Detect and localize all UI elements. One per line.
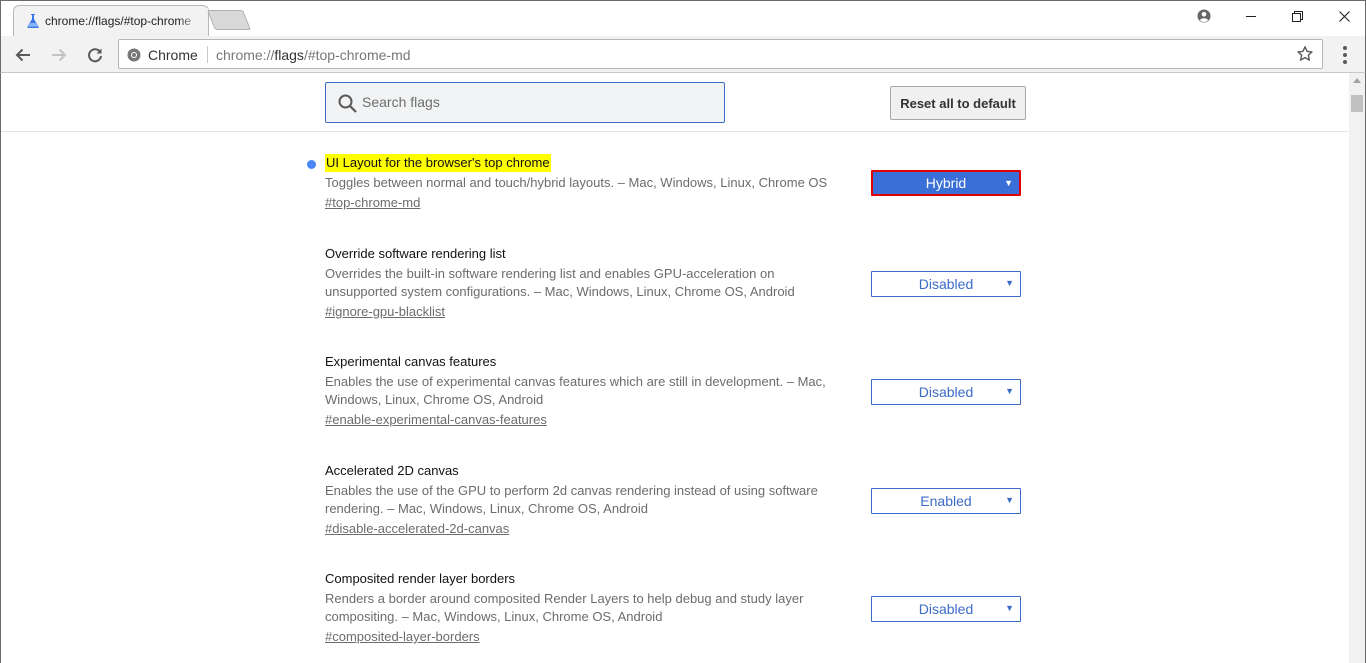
select-value: Disabled	[918, 276, 974, 292]
forward-button[interactable]	[46, 42, 72, 68]
dropdown-caret-icon: ▼	[1005, 495, 1014, 505]
select-value: Enabled	[920, 493, 972, 509]
close-button[interactable]	[1321, 1, 1366, 31]
flag-anchor-link[interactable]: #top-chrome-md	[325, 194, 420, 212]
url-path: /#top-chrome-md	[303, 47, 411, 63]
flag-title: Composited render layer borders	[325, 571, 516, 586]
flag-title: Accelerated 2D canvas	[325, 463, 459, 478]
flag-title: UI Layout for the browser's top chrome	[325, 154, 551, 172]
menu-dot	[1343, 46, 1347, 50]
flag-anchor-link[interactable]: #ignore-gpu-blacklist	[325, 303, 445, 321]
minimize-button[interactable]	[1228, 1, 1274, 31]
reload-button[interactable]	[82, 42, 108, 68]
select-value: Disabled	[918, 384, 974, 400]
flag-title: Experimental canvas features	[325, 354, 497, 369]
flag-select-composited-layer-borders[interactable]: Disabled ▼	[871, 596, 1021, 622]
arrow-left-icon	[15, 48, 30, 62]
select-value: Hybrid	[925, 175, 967, 191]
browser-toolbar: Chrome chrome://flags/#top-chrome-md	[0, 36, 1366, 73]
omnibox-divider	[207, 46, 208, 63]
minimize-icon	[1246, 16, 1256, 17]
back-button[interactable]	[10, 42, 36, 68]
reset-all-button[interactable]: Reset all to default	[890, 86, 1026, 120]
bookmark-star-icon[interactable]	[1296, 45, 1314, 63]
flag-title: Override software rendering list	[325, 246, 506, 261]
flags-page: Reset all to default UI Layout for the b…	[0, 73, 1349, 663]
dropdown-caret-icon: ▼	[1004, 178, 1013, 188]
dropdown-caret-icon: ▼	[1005, 603, 1014, 613]
tab-flags[interactable]: chrome://flags/#top-chrome-md	[13, 5, 209, 37]
flag-description: Toggles between normal and touch/hybrid …	[325, 175, 828, 190]
new-tab-button[interactable]	[206, 10, 252, 30]
restore-button[interactable]	[1274, 1, 1320, 31]
flag-select-experimental-canvas[interactable]: Disabled ▼	[871, 379, 1021, 405]
search-box[interactable]	[325, 82, 725, 123]
site-chip-label: Chrome	[148, 47, 198, 63]
flask-icon	[27, 14, 39, 29]
tab-title-fade	[178, 8, 208, 34]
flag-select-accelerated-2d-canvas[interactable]: Enabled ▼	[871, 488, 1021, 514]
menu-dot	[1343, 53, 1347, 57]
tab-title: chrome://flags/#top-chrome-md	[45, 14, 191, 28]
search-icon	[338, 94, 357, 113]
select-value: Disabled	[918, 601, 974, 617]
flags-header: Reset all to default	[1, 73, 1349, 132]
url-text[interactable]: chrome://flags/#top-chrome-md	[216, 47, 411, 63]
dropdown-caret-icon: ▼	[1005, 278, 1014, 288]
flag-anchor-link[interactable]: #enable-experimental-canvas-features	[325, 411, 547, 429]
restore-icon	[1291, 10, 1303, 22]
arrow-right-icon	[52, 48, 67, 62]
flag-anchor-link[interactable]: #composited-layer-borders	[325, 628, 480, 646]
account-icon	[1197, 9, 1211, 23]
vertical-scrollbar[interactable]	[1349, 73, 1366, 663]
menu-dot	[1343, 60, 1347, 64]
url-scheme: chrome://	[216, 47, 275, 63]
scroll-thumb[interactable]	[1351, 95, 1363, 112]
modified-indicator-dot	[307, 160, 316, 169]
close-icon	[1338, 10, 1350, 22]
flag-description: Enables the use of experimental canvas f…	[325, 374, 826, 407]
reload-icon	[88, 48, 102, 63]
flag-description: Enables the use of the GPU to perform 2d…	[325, 483, 818, 516]
address-bar[interactable]: Chrome chrome://flags/#top-chrome-md	[118, 39, 1323, 69]
flag-select-top-chrome-md[interactable]: Hybrid ▼	[871, 170, 1021, 196]
flag-description: Overrides the built-in software renderin…	[325, 266, 795, 299]
chrome-logo-icon	[127, 48, 141, 62]
flag-select-ignore-gpu-blacklist[interactable]: Disabled ▼	[871, 271, 1021, 297]
title-bar: chrome://flags/#top-chrome-md	[0, 0, 1366, 37]
flag-description: Renders a border around composited Rende…	[325, 591, 804, 624]
scroll-up-arrow-icon[interactable]	[1353, 78, 1361, 83]
chrome-menu-button[interactable]	[1335, 45, 1355, 65]
flag-anchor-link[interactable]: #disable-accelerated-2d-canvas	[325, 520, 509, 538]
dropdown-caret-icon: ▼	[1005, 386, 1014, 396]
search-input[interactable]	[362, 91, 712, 113]
account-button[interactable]	[1181, 1, 1227, 31]
url-host: flags	[274, 47, 304, 63]
